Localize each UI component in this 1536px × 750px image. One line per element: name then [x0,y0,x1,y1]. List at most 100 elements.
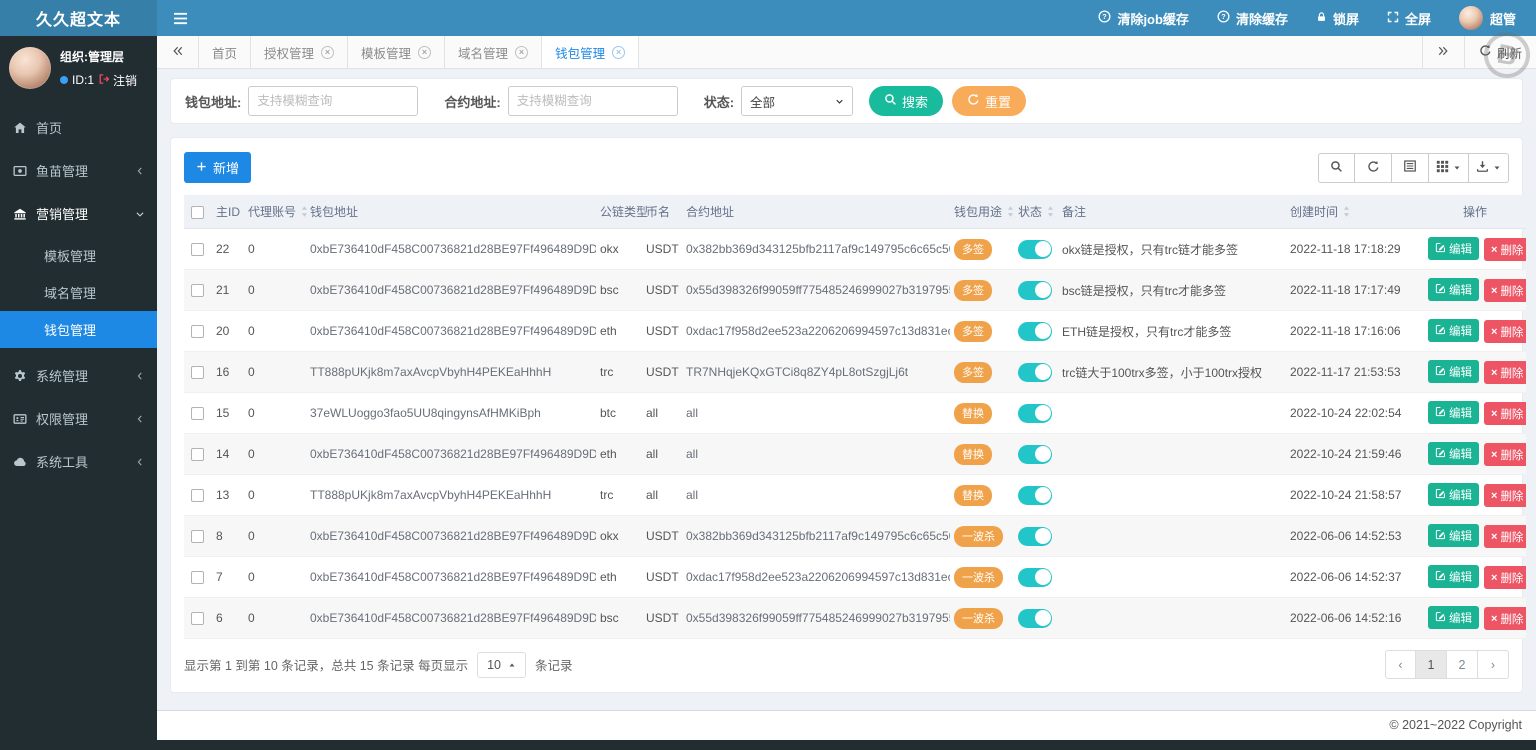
tab-wallet[interactable]: 钱包管理 × [542,36,640,68]
contract-filter-input[interactable] [507,86,678,116]
delete-button[interactable]: × 删除 [1484,238,1526,261]
cell-created: 2022-11-17 21:53:53 [1286,351,1424,393]
tab-auth[interactable]: 授权管理 × [251,36,349,68]
tabs-scroll-left-button[interactable] [157,36,199,68]
status-select[interactable]: 全部 [741,86,854,116]
row-checkbox[interactable] [191,489,204,503]
edit-button[interactable]: 编辑 [1428,606,1479,629]
status-toggle[interactable] [1018,485,1052,505]
row-checkbox[interactable] [191,571,204,585]
column-header-label: 钱包地址 [310,205,359,219]
edit-button[interactable]: 编辑 [1428,524,1479,547]
delete-button[interactable]: × 删除 [1484,443,1526,466]
status-toggle[interactable] [1018,280,1052,300]
column-header-agent[interactable]: 代理账号 [244,195,308,229]
toggle-view-button[interactable] [1392,152,1429,183]
sidebar-subitem-template[interactable]: 模板管理 [0,237,157,274]
tab-close-icon[interactable]: × [418,45,432,59]
wallet-filter-input[interactable] [248,86,419,116]
row-checkbox[interactable] [191,366,204,380]
sidebar-item-fry[interactable]: 鱼苗管理 [0,149,157,192]
delete-button[interactable]: × 删除 [1484,607,1526,630]
status-toggle[interactable] [1018,608,1052,628]
topbar-item-clear-cache[interactable]: ? 清除缓存 [1217,9,1288,28]
edit-button[interactable]: 编辑 [1428,319,1479,342]
sidebar-item-marketing[interactable]: 营销管理 [0,192,157,235]
sort-icon[interactable] [1047,206,1054,220]
edit-button[interactable]: 编辑 [1428,442,1479,465]
tab-close-icon[interactable]: × [612,45,626,59]
status-toggle[interactable] [1018,239,1052,259]
tab-domain[interactable]: 域名管理 × [445,36,543,68]
export-button[interactable] [1469,152,1509,183]
status-toggle[interactable] [1018,526,1052,546]
sidebar-toggle-button[interactable] [157,0,203,36]
column-header-created[interactable]: 创建时间 [1286,195,1424,229]
sidebar-item-permission[interactable]: 权限管理 [0,397,157,440]
row-checkbox[interactable] [191,612,204,626]
tab-close-icon[interactable]: × [321,45,335,59]
edit-button[interactable]: 编辑 [1428,483,1479,506]
sort-icon[interactable] [1343,206,1350,220]
row-checkbox[interactable] [191,407,204,421]
sort-icon[interactable] [1007,206,1014,220]
delete-button[interactable]: × 删除 [1484,525,1526,548]
page-button-2[interactable]: 2 [1447,650,1478,679]
edit-button[interactable]: 编辑 [1428,401,1479,424]
edit-button[interactable]: 编辑 [1428,237,1479,260]
edit-button[interactable]: 编辑 [1428,565,1479,588]
refresh-tab-button[interactable]: 刷新 [1463,36,1536,68]
column-header-status[interactable]: 状态 [1014,195,1058,229]
delete-button[interactable]: × 删除 [1484,484,1526,507]
sidebar-item-system[interactable]: 系统管理 [0,354,157,397]
status-toggle[interactable] [1018,567,1052,587]
topbar-menu: ? 清除job缓存 ? 清除缓存 锁屏 全屏 超管 [1098,6,1536,30]
tab-home[interactable]: 首页 [199,36,252,68]
row-checkbox[interactable] [191,448,204,462]
page-size-select[interactable]: 10 [477,651,526,678]
delete-button[interactable]: × 删除 [1484,402,1526,425]
table-search-button[interactable] [1318,152,1355,183]
page-button-1[interactable]: 1 [1416,650,1447,679]
edit-button[interactable]: 编辑 [1428,278,1479,301]
status-toggle[interactable] [1018,362,1052,382]
row-checkbox[interactable] [191,325,204,339]
select-all-checkbox[interactable] [191,205,204,219]
sidebar-subitem-wallet[interactable]: 钱包管理 [0,311,157,348]
edit-icon [1435,365,1446,379]
caret-down-icon [1453,160,1461,175]
status-toggle[interactable] [1018,444,1052,464]
delete-button[interactable]: × 删除 [1484,361,1526,384]
search-button[interactable]: 搜索 [869,86,944,116]
next-page-button[interactable]: › [1478,650,1509,679]
delete-button[interactable]: × 删除 [1484,279,1526,302]
columns-button[interactable] [1429,152,1469,183]
edit-button[interactable]: 编辑 [1428,360,1479,383]
topbar-item-fullscreen[interactable]: 全屏 [1387,9,1431,28]
cell-contract: 0x55d398326f99059ff775485246999027b31979… [682,597,950,639]
tab-template[interactable]: 模板管理 × [348,36,446,68]
delete-button[interactable]: × 删除 [1484,320,1526,343]
column-header-usage[interactable]: 钱包用途 [950,195,1014,229]
add-button[interactable]: 新增 [184,152,252,183]
topbar-item-lock-screen[interactable]: 锁屏 [1316,9,1359,28]
prev-page-button[interactable]: ‹ [1385,650,1416,679]
tab-close-icon[interactable]: × [515,45,529,59]
sidebar-subitem-domain[interactable]: 域名管理 [0,274,157,311]
topbar-item-clear-job-cache[interactable]: ? 清除job缓存 [1098,9,1189,28]
sidebar-item-tools[interactable]: 系统工具 [0,440,157,483]
topbar-user-menu[interactable]: 超管 [1458,6,1516,30]
status-toggle[interactable] [1018,403,1052,423]
row-checkbox[interactable] [191,243,204,257]
sort-icon[interactable] [301,206,308,220]
tabs-scroll-right-button[interactable] [1421,36,1464,68]
sidebar-item-home[interactable]: 首页 [0,106,157,149]
status-toggle[interactable] [1018,321,1052,341]
reset-button[interactable]: 重置 [952,86,1027,116]
caret-down-icon [1493,160,1501,175]
table-refresh-button[interactable] [1355,152,1392,183]
row-checkbox[interactable] [191,530,204,544]
delete-button[interactable]: × 删除 [1484,566,1526,589]
row-checkbox[interactable] [191,284,204,298]
logout-link[interactable]: 注销 [98,72,137,89]
